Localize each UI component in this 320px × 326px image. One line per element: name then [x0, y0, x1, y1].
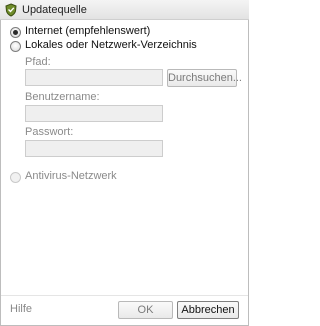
radio-local-directory-label[interactable]: Lokales oder Netzwerk-Verzeichnis: [25, 39, 197, 51]
radio-internet[interactable]: [10, 27, 21, 38]
password-input[interactable]: [25, 140, 163, 157]
password-label: Passwort:: [25, 126, 74, 138]
window-title: Updatequelle: [22, 4, 87, 16]
browse-button[interactable]: Durchsuchen...: [167, 69, 242, 87]
radio-local-directory[interactable]: [10, 41, 21, 52]
username-input[interactable]: [25, 105, 163, 122]
radio-internet-label[interactable]: Internet (empfehlenswert): [25, 25, 150, 37]
path-input[interactable]: [25, 69, 163, 86]
path-label: Pfad:: [25, 56, 51, 68]
username-label: Benutzername:: [25, 91, 100, 103]
ok-button[interactable]: OK: [118, 301, 173, 319]
help-link[interactable]: Hilfe: [10, 303, 32, 315]
radio-antivirus-network[interactable]: [10, 172, 21, 183]
title-bar: Updatequelle: [0, 0, 249, 20]
footer-divider: [1, 295, 248, 296]
radio-antivirus-network-label: Antivirus-Netzwerk: [25, 170, 117, 182]
dialog-body: Internet (empfehlenswert) Lokales oder N…: [0, 20, 249, 326]
cancel-button[interactable]: Abbrechen: [177, 301, 239, 319]
shield-icon: [5, 3, 17, 17]
